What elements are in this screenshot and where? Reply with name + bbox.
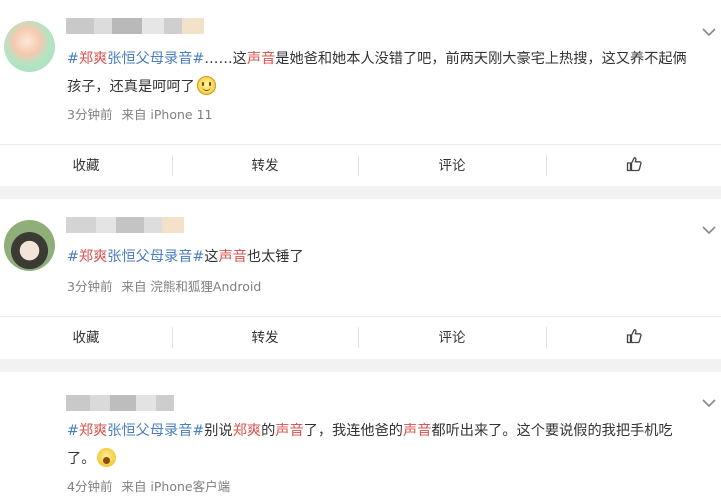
username-blurred[interactable] <box>66 395 174 411</box>
smile-emoji-icon <box>196 76 216 95</box>
post-meta: 4分钟前 来自 iPhone客户端 <box>67 476 239 495</box>
post-text: #郑爽张恒父母录音#别说郑爽的声音了，我连他爸的声音都听出来了。这个要说假的我把… <box>67 423 673 467</box>
like-button[interactable] <box>546 317 721 359</box>
post-source[interactable]: 来自 iPhone 11 <box>121 107 212 122</box>
repost-button[interactable]: 转发 <box>172 317 358 359</box>
post-time: 4分钟前 <box>67 479 113 494</box>
hashtag-link[interactable]: #郑爽张恒父母录音# <box>67 249 204 265</box>
action-bar: 收藏 转发 评论 <box>0 316 721 359</box>
post-source[interactable]: 来自 浣熊和狐狸Android <box>121 279 261 294</box>
favorite-button[interactable]: 收藏 <box>0 145 172 187</box>
post-source[interactable]: 来自 iPhone客户端 <box>121 479 230 494</box>
thumbs-up-icon <box>626 157 642 172</box>
post-meta: 3分钟前 来自 iPhone 11 <box>67 104 222 123</box>
thumbs-up-icon <box>626 329 642 344</box>
comment-button[interactable]: 评论 <box>358 317 546 359</box>
username-blurred[interactable] <box>66 217 184 233</box>
post-text: #郑爽张恒父母录音#……这声音是她爸和她本人没错了吧，前两天刚大豪宅上热搜，这又… <box>67 51 687 95</box>
username-blurred[interactable] <box>66 18 204 34</box>
chevron-down-icon[interactable] <box>701 27 717 37</box>
like-button[interactable] <box>546 145 721 187</box>
hashtag-link[interactable]: #郑爽张恒父母录音# <box>67 51 204 67</box>
post-time: 3分钟前 <box>67 107 113 122</box>
avatar[interactable] <box>4 21 55 72</box>
chevron-down-icon[interactable] <box>701 225 717 235</box>
comment-button[interactable]: 评论 <box>358 145 546 187</box>
avatar[interactable] <box>4 220 55 271</box>
post-time: 3分钟前 <box>67 279 113 294</box>
action-bar: 收藏 转发 评论 <box>0 144 721 187</box>
chevron-down-icon[interactable] <box>701 398 717 408</box>
repost-button[interactable]: 转发 <box>172 145 358 187</box>
post-text: #郑爽张恒父母录音#这声音也太锤了 <box>67 249 304 265</box>
favorite-button[interactable]: 收藏 <box>0 317 172 359</box>
hashtag-link[interactable]: #郑爽张恒父母录音# <box>67 423 204 439</box>
wow-emoji-icon <box>97 448 117 467</box>
post-meta: 3分钟前 来自 浣熊和狐狸Android <box>67 276 270 295</box>
